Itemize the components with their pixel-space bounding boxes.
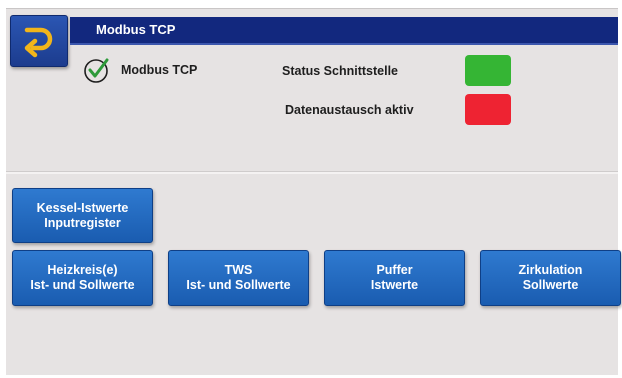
- button-label-line1: Heizkreis(e): [47, 263, 118, 277]
- module-label: Modbus TCP: [121, 63, 198, 77]
- status-interface-label: Status Schnittstelle: [282, 64, 398, 78]
- button-label-line1: Puffer: [376, 263, 413, 277]
- kessel-istwerte-button[interactable]: Kessel-Istwerte Inputregister: [12, 188, 153, 243]
- button-label-line2: Ist- und Sollwerte: [30, 278, 135, 292]
- page-title: Modbus TCP: [96, 22, 176, 37]
- divider: [6, 171, 618, 174]
- heizkreis-button[interactable]: Heizkreis(e) Ist- und Sollwerte: [12, 250, 153, 306]
- button-label-line1: Kessel-Istwerte: [36, 200, 129, 215]
- title-bar: Modbus TCP: [70, 17, 618, 45]
- button-label-line2: Inputregister: [44, 215, 121, 230]
- tws-button[interactable]: TWS Ist- und Sollwerte: [168, 250, 309, 306]
- button-label-line2: Ist- und Sollwerte: [186, 278, 291, 292]
- puffer-button[interactable]: Puffer Istwerte: [324, 250, 465, 306]
- data-exchange-lamp: [465, 94, 511, 125]
- status-interface-lamp: [465, 55, 511, 86]
- button-label-line2: Sollwerte: [522, 278, 579, 292]
- button-label-line1: Zirkulation: [518, 263, 583, 277]
- button-label-line2: Istwerte: [370, 278, 419, 292]
- data-exchange-label: Datenaustausch aktiv: [285, 103, 414, 117]
- button-label-line1: TWS: [224, 263, 253, 277]
- back-button[interactable]: [10, 15, 68, 67]
- checkmark-circle-icon: [84, 58, 109, 83]
- return-arrow-icon: [24, 27, 53, 58]
- zirkulation-button[interactable]: Zirkulation Sollwerte: [480, 250, 621, 306]
